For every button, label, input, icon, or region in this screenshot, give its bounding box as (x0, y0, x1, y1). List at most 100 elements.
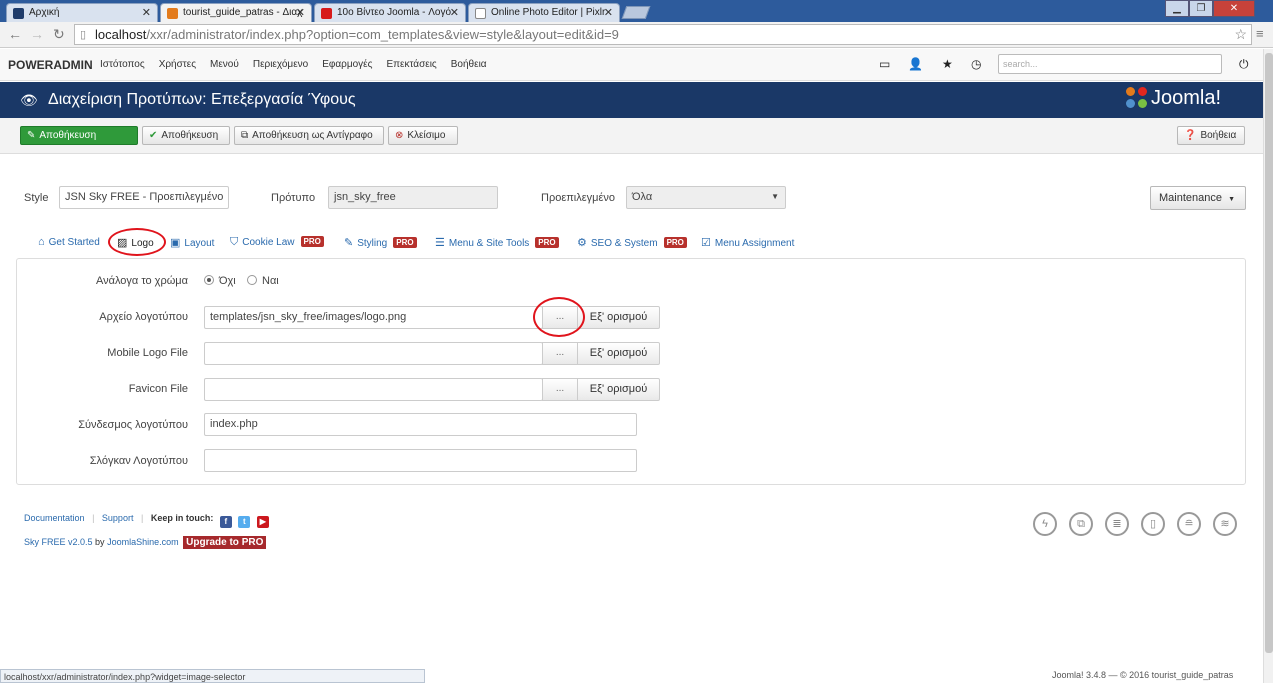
author-link[interactable]: JoomlaShine.com (107, 537, 179, 547)
browser-tab[interactable]: 10ο Βίντεο Joomla - Λογό ✕ (314, 3, 466, 22)
style-title-input[interactable]: JSN Sky FREE - Προεπιλεγμένο (59, 186, 229, 209)
close-icon[interactable]: ✕ (296, 6, 305, 19)
favicon-input[interactable] (204, 378, 543, 401)
default-select[interactable]: Όλα ▼ (626, 186, 786, 209)
browser-tab[interactable]: Αρχική ✕ (6, 3, 158, 22)
mobile-logo-default-button[interactable]: Εξ' ορισμού (577, 342, 660, 365)
vertical-scrollbar[interactable] (1263, 49, 1273, 683)
maintenance-label: Maintenance (1159, 192, 1222, 204)
back-arrow-icon[interactable]: ← (8, 26, 22, 42)
cancel-icon: ⊗ (395, 130, 404, 141)
by-text: by (95, 537, 105, 547)
caret-down-icon: ▼ (771, 192, 779, 201)
tab-menu-site-tools[interactable]: ☰ Menu & Site Tools PRO (435, 236, 559, 249)
tab-label: Styling (357, 238, 388, 249)
logo-default-button[interactable]: Εξ' ορισμού (577, 306, 660, 329)
align-icon[interactable]: ≘ (1177, 512, 1201, 536)
logo-link-label: Σύνδεσμος λογοτύπου (78, 419, 188, 431)
close-icon[interactable]: ✕ (142, 6, 151, 19)
menu-item-content[interactable]: Περιεχόμενο (253, 59, 308, 70)
browser-tab-active[interactable]: tourist_guide_patras - Διαχ ✕ (160, 3, 312, 22)
monitor-icon[interactable]: ▭ (879, 57, 890, 71)
template-value: jsn_sky_free (334, 191, 396, 203)
close-button[interactable]: ⊗ Κλείσιμο (388, 126, 458, 145)
window-close-icon[interactable]: ✕ (1213, 0, 1255, 17)
edit-icon: ✎ (27, 130, 36, 141)
save-as-copy-button[interactable]: ⧉ Αποθήκευση ως Αντίγραφο (234, 126, 384, 145)
restore-icon[interactable]: ❐ (1189, 0, 1213, 17)
menu-item-users[interactable]: Χρήστες (159, 59, 196, 70)
maintenance-dropdown-button[interactable]: Maintenance ▼ (1150, 186, 1246, 210)
style-title-value: JSN Sky FREE - Προεπιλεγμένο (65, 191, 224, 203)
favicon-default-button[interactable]: Εξ' ορισμού (577, 378, 660, 401)
upgrade-to-pro-button[interactable]: Upgrade to PRO (183, 536, 267, 549)
tab-layout[interactable]: ▣ Layout (170, 236, 214, 249)
support-link[interactable]: Support (102, 513, 134, 523)
bolt-icon[interactable]: ϟ (1033, 512, 1057, 536)
tab-styling[interactable]: ✎ Styling PRO (344, 236, 417, 249)
menu-item-site[interactable]: Ιστότοπος (100, 59, 145, 70)
url-field[interactable]: ▯ localhost/xxr/administrator/index.php?… (74, 24, 1252, 45)
brand-logo[interactable]: POWERADMIN (8, 58, 93, 72)
help-button[interactable]: ❓ Βοήθεια (1177, 126, 1245, 145)
scrollbar-thumb[interactable] (1265, 53, 1273, 653)
radio-icon (204, 275, 214, 285)
save-as-copy-label: Αποθήκευση ως Αντίγραφο (252, 130, 373, 141)
admin-search-input[interactable]: search... (998, 54, 1222, 74)
save-and-close-button[interactable]: ✔ Αποθήκευση (142, 126, 230, 145)
stack-icon[interactable]: ≣ (1105, 512, 1129, 536)
mobile-logo-browse-button[interactable]: ... (542, 342, 578, 365)
tab-get-started[interactable]: ⌂ Get Started (38, 236, 100, 248)
power-icon[interactable]: ⏻ (1239, 57, 1249, 72)
chrome-menu-icon[interactable]: ≡ (1256, 26, 1264, 41)
page-header: 👁 Διαχείριση Προτύπων: Επεξεργασία Ύφους… (0, 82, 1273, 118)
browser-tab-title: tourist_guide_patras - Διαχ (183, 7, 303, 18)
star-icon[interactable]: ★ (942, 57, 953, 71)
search-placeholder: search... (1003, 59, 1038, 69)
forward-arrow-icon[interactable]: → (30, 26, 44, 42)
browser-tab[interactable]: Online Photo Editor | Pixlr ✕ (468, 3, 620, 22)
history-icon[interactable]: ◷ (971, 57, 981, 71)
close-icon[interactable]: ✕ (604, 6, 613, 19)
menu-item-help[interactable]: Βοήθεια (451, 59, 487, 70)
documentation-link[interactable]: Documentation (24, 513, 85, 523)
reload-icon[interactable]: ↻ (53, 26, 65, 43)
twitter-icon[interactable]: t (238, 516, 251, 528)
joomla-mark-icon (1126, 87, 1148, 109)
layout-icon: ▣ (170, 237, 181, 249)
mobile-icon[interactable]: ▯ (1141, 512, 1165, 536)
slogan-input[interactable] (204, 449, 637, 472)
new-tab-button[interactable] (621, 6, 651, 19)
tab-label: Menu Assignment (714, 238, 795, 249)
menu-item-components[interactable]: Εφαρμογές (322, 59, 372, 70)
logo-file-label: Αρχείο λογοτύπου (99, 311, 188, 323)
tab-seo-system[interactable]: ⚙ SEO & System PRO (577, 236, 687, 249)
save-and-close-label: Αποθήκευση (161, 130, 219, 141)
tab-cookie-law[interactable]: ⛉ Cookie Law PRO (230, 236, 324, 249)
pro-badge: PRO (393, 237, 417, 248)
check-icon: ✔ (149, 130, 158, 141)
youtube-icon[interactable]: ▶ (256, 516, 269, 528)
url-host: localhost (95, 27, 147, 42)
joomla-favicon-icon (167, 8, 178, 19)
menu-item-extensions[interactable]: Επεκτάσεις (386, 59, 436, 70)
color-radio-no[interactable]: Όχι (204, 275, 236, 287)
close-icon[interactable]: ✕ (450, 6, 459, 19)
eye-icon: 👁 (20, 92, 38, 108)
logo-link-input[interactable]: index.php (204, 413, 637, 436)
bookmark-star-icon[interactable]: ☆ (1234, 26, 1247, 43)
admin-navbar: POWERADMIN Ιστότοπος Χρήστες Μενού Περιε… (0, 49, 1273, 81)
minimize-icon[interactable]: ▁ (1165, 0, 1189, 17)
save-button[interactable]: ✎ Αποθήκευση (20, 126, 138, 145)
facebook-icon[interactable]: f (219, 516, 232, 528)
user-icon[interactable]: 👤 (908, 57, 923, 71)
color-radio-yes[interactable]: Ναι (247, 275, 279, 287)
menu-item-menus[interactable]: Μενού (210, 59, 239, 70)
status-url: localhost/xxr/administrator/index.php?wi… (4, 672, 246, 682)
logo-file-input[interactable]: templates/jsn_sky_free/images/logo.png (204, 306, 543, 329)
layers-icon[interactable]: ⧉ (1069, 512, 1093, 536)
layers-stack-icon[interactable]: ≋ (1213, 512, 1237, 536)
mobile-logo-input[interactable] (204, 342, 543, 365)
favicon-browse-button[interactable]: ... (542, 378, 578, 401)
tab-menu-assignment[interactable]: ☑ Menu Assignment (701, 236, 794, 249)
